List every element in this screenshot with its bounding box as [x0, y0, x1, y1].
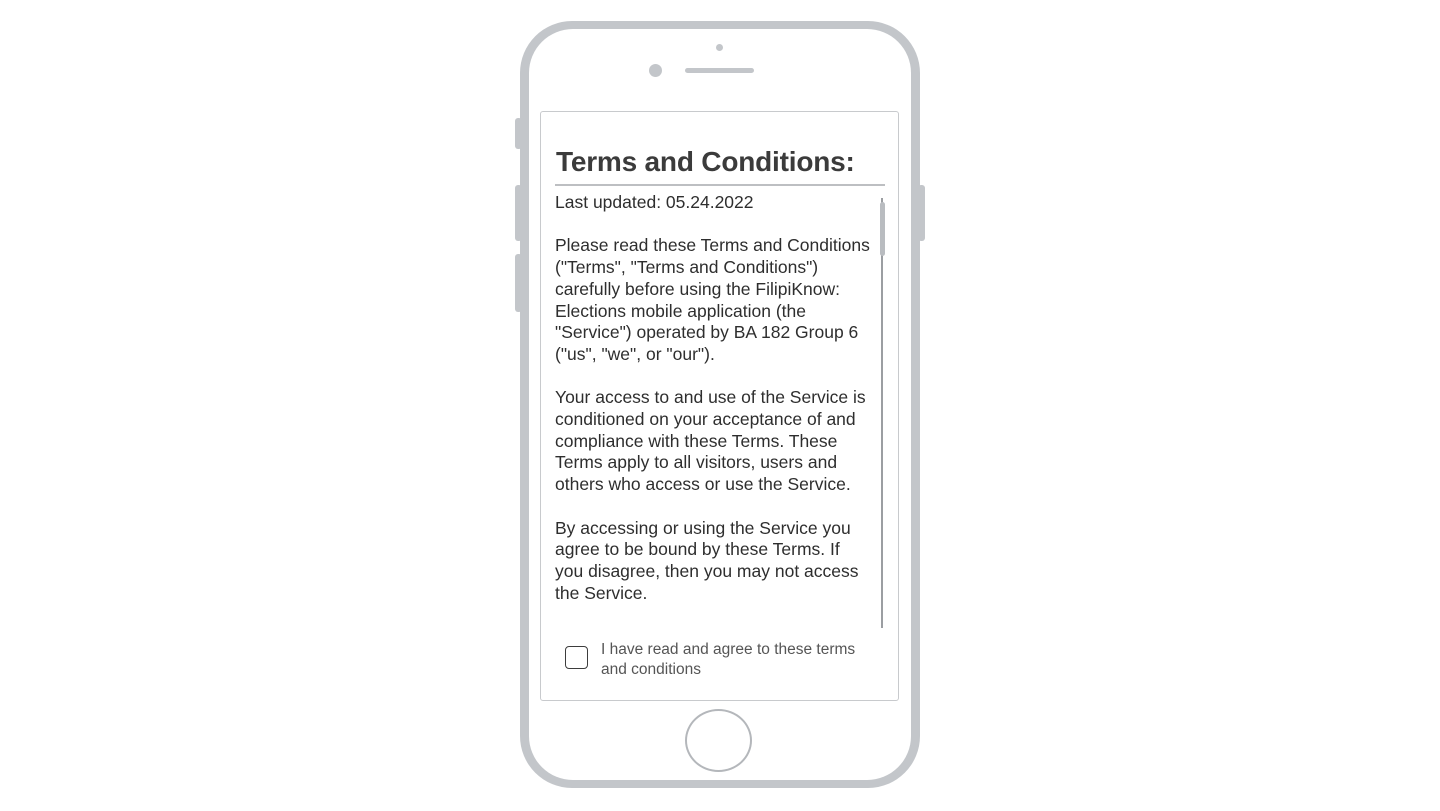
front-camera-icon: [649, 64, 662, 77]
title-divider: [555, 184, 885, 186]
earpiece-speaker: [685, 68, 754, 73]
scrollbar-track[interactable]: [881, 198, 883, 628]
agree-row[interactable]: I have read and agree to these terms and…: [565, 640, 885, 684]
agree-checkbox-label[interactable]: I have read and agree to these terms and…: [601, 640, 881, 679]
proximity-sensor: [716, 44, 723, 51]
page-title: Terms and Conditions:: [556, 146, 855, 177]
terms-scroll-area[interactable]: Last updated: 05.24.2022 Please read the…: [555, 192, 871, 629]
agree-checkbox[interactable]: [565, 646, 588, 669]
stage: Terms and Conditions: Last updated: 05.2…: [0, 0, 1440, 811]
terms-paragraph: Please read these Terms and Conditions (…: [555, 235, 870, 364]
terms-paragraph: Your access to and use of the Service is…: [555, 387, 866, 495]
phone-screen: Terms and Conditions: Last updated: 05.2…: [540, 111, 899, 701]
last-updated-text: Last updated: 05.24.2022: [555, 192, 754, 212]
terms-paragraph: By accessing or using the Service you ag…: [555, 517, 859, 603]
scrollbar-thumb[interactable]: [880, 202, 885, 256]
home-button[interactable]: [685, 709, 752, 772]
